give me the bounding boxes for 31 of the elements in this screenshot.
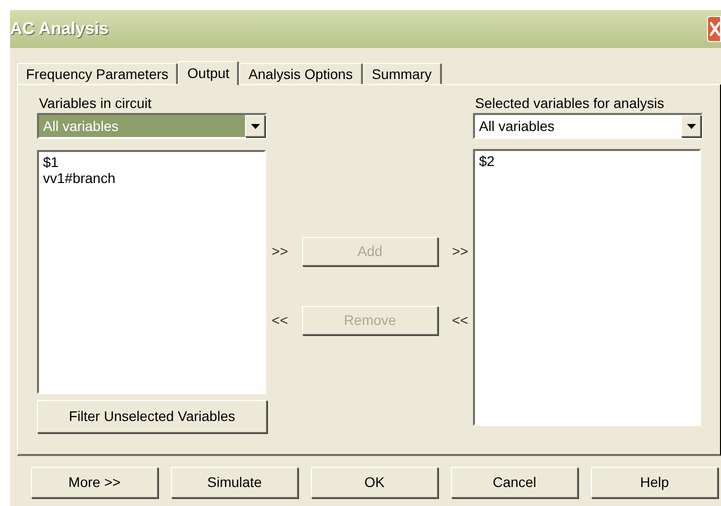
variables-dropdown[interactable]: All variables <box>473 113 703 139</box>
tab[interactable]: Analysis Options <box>239 63 363 84</box>
dropdown-arrow-button[interactable] <box>245 115 265 137</box>
arrows-label: << <box>452 311 468 330</box>
dialog-button[interactable]: Cancel <box>451 467 578 498</box>
list-label: Variables in circuit <box>39 94 153 113</box>
variables-list[interactable]: $1 vv1#branch <box>37 150 266 394</box>
arrows-label: >> <box>272 242 288 261</box>
dialog-button[interactable]: Simulate <box>171 467 298 498</box>
arrows-label: >> <box>452 242 468 261</box>
caret-icon <box>686 124 696 128</box>
list-label: Selected variables for analysis <box>475 94 666 113</box>
variables-list[interactable]: $2 <box>473 149 701 426</box>
list-item[interactable]: $2 <box>479 153 695 169</box>
dropdown-arrow-button[interactable] <box>681 115 701 137</box>
dialog-button[interactable]: More >> <box>31 467 158 498</box>
close-icon <box>710 22 720 36</box>
list-item[interactable]: $1 <box>43 154 260 170</box>
filter-unselected-button[interactable]: Filter Unselected Variables <box>37 400 267 433</box>
caret-icon <box>250 124 260 128</box>
tab[interactable]: Summary <box>362 63 442 84</box>
dialog-button[interactable]: Help <box>591 467 718 498</box>
tab[interactable]: Output <box>178 61 240 85</box>
dropdown-value: All variables <box>39 115 245 137</box>
window-title: AC Analysis <box>10 18 109 40</box>
list-item[interactable]: vv1#branch <box>43 170 260 186</box>
close-button[interactable] <box>707 16 721 42</box>
dropdown-value: All variables <box>478 116 556 136</box>
dialog-button[interactable]: OK <box>311 467 438 498</box>
arrows-label: << <box>272 311 288 330</box>
tab[interactable]: Frequency Parameters <box>17 63 178 84</box>
